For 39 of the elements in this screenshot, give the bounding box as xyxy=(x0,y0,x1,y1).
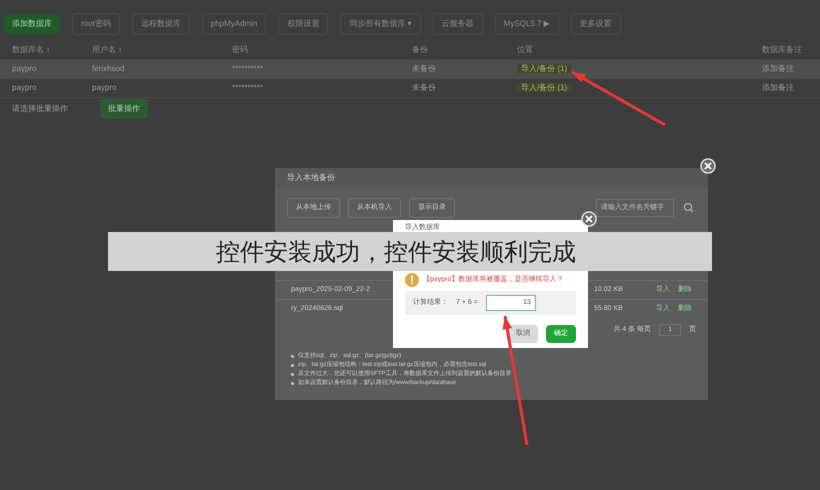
column-header[interactable]: 用户名 ↕ xyxy=(92,44,232,56)
table-cell: paypro xyxy=(12,64,36,73)
column-header: 密码 xyxy=(232,44,249,56)
bullet-icon xyxy=(291,382,294,385)
close-icon[interactable] xyxy=(700,158,716,174)
bullet-icon xyxy=(291,364,294,367)
toolbar-button[interactable]: 同步所有数据库 ▾ xyxy=(340,13,421,35)
column-header: 备份 xyxy=(412,44,429,56)
column-header: 数据库备注 xyxy=(762,44,803,56)
bullet-icon xyxy=(291,373,294,376)
bullet-icon xyxy=(291,355,294,358)
toolbar-button[interactable]: 更多设置 xyxy=(570,13,621,35)
toolbar-button[interactable]: 云服务器 xyxy=(432,13,483,35)
batch-button[interactable]: 批量操作 xyxy=(100,98,148,118)
table-cell[interactable]: 导入/备份 (1) xyxy=(517,83,572,92)
toolbar-button[interactable]: phpMyAdmin xyxy=(202,13,266,35)
dialog-title: 导入本地备份 xyxy=(287,172,335,184)
table-cell: ********** xyxy=(232,83,264,92)
toolbar-button[interactable]: 权限设置 xyxy=(278,13,328,35)
table-cell[interactable]: 添加备注 xyxy=(762,83,794,92)
toolbar-button[interactable]: 添加数据库 xyxy=(4,14,60,34)
column-header: 位置 xyxy=(517,44,534,56)
column-header[interactable]: 数据库名 ↕ xyxy=(12,44,92,56)
table-cell: fenxhsod xyxy=(92,64,124,73)
warning-icon xyxy=(405,273,419,287)
table-cell: 未备份 xyxy=(412,64,436,73)
toolbar-button[interactable]: MySQL5.7 ▶ xyxy=(494,13,559,35)
table-cell: 未备份 xyxy=(412,83,436,92)
search-icon[interactable] xyxy=(682,201,696,215)
batch-select[interactable]: 请选择批量操作 xyxy=(12,102,68,114)
caption-banner: 控件安装成功，控件安装顺利完成 xyxy=(108,232,712,271)
table-cell[interactable]: 添加备注 xyxy=(762,64,794,73)
table-cell: ********** xyxy=(232,64,264,73)
toolbar-button[interactable]: root密码 xyxy=(72,13,120,35)
close-icon[interactable] xyxy=(581,211,597,227)
table-cell[interactable]: 导入/备份 (1) xyxy=(517,64,572,73)
table-cell: paypro xyxy=(92,83,116,92)
toolbar-button[interactable]: 远程数据库 xyxy=(132,13,190,35)
table-cell: paypro xyxy=(12,83,36,92)
